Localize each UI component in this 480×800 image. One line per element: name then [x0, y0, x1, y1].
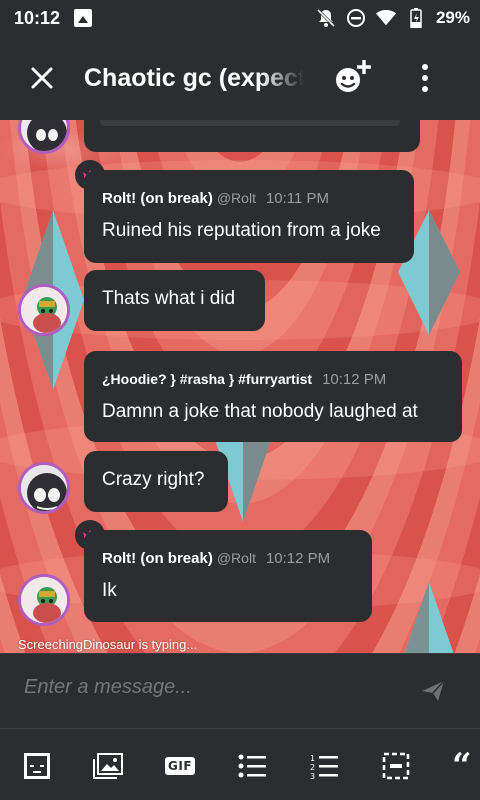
status-time: 10:12 [14, 7, 61, 28]
gif-button[interactable]: GIF [165, 751, 196, 781]
message-text: Thats what i did [102, 288, 236, 309]
avatar[interactable] [18, 284, 70, 336]
avatar[interactable] [18, 120, 70, 154]
message-input[interactable] [24, 676, 404, 699]
formatting-toolbar: GIF 123 “ [0, 728, 480, 800]
message-meta: Rolt! (on break) @Rolt 10:11 PM [102, 190, 329, 207]
message-bubble[interactable]: Rolt! (on break) @Rolt 10:11 PM Ruined his… [84, 170, 414, 263]
composer [0, 653, 480, 728]
message-text: Crazy right? [102, 469, 205, 490]
page-title: Chaotic gc (expect [84, 63, 304, 92]
svg-text:3: 3 [310, 772, 315, 779]
message-handle: @Rolt [216, 550, 256, 566]
message-text: Damnn a joke that nobody laughed at [102, 401, 418, 422]
message-bubble[interactable]: Thats what i did [84, 270, 265, 331]
wallpaper-gem [404, 582, 454, 653]
avatar[interactable] [18, 574, 70, 626]
send-icon [422, 680, 445, 701]
bullet-list-icon [238, 754, 266, 778]
spoiler-button[interactable] [381, 751, 411, 781]
numbered-list-button[interactable]: 123 [309, 751, 339, 781]
more-icon-dot [422, 75, 428, 81]
add-member-icon [336, 60, 371, 92]
gif-icon: GIF [165, 757, 196, 775]
status-bar: 10:12 29% [0, 0, 480, 36]
sticker-button[interactable] [22, 751, 52, 781]
bullet-list-button[interactable] [237, 751, 267, 781]
embed-preview [100, 120, 400, 126]
numbered-list-icon: 123 [310, 754, 338, 779]
battery-icon [406, 8, 426, 28]
battery-percent: 29% [435, 8, 470, 27]
close-icon [31, 67, 53, 89]
add-member-button[interactable] [332, 56, 376, 100]
message-bubble[interactable]: ¿Hoodie? } #rasha } #furryartist 10:12 PM… [84, 351, 462, 442]
more-options-button[interactable] [410, 58, 440, 98]
spoiler-icon [382, 752, 410, 780]
status-icons: 29% [316, 8, 470, 28]
more-icon-dot [422, 64, 428, 70]
close-button[interactable] [0, 36, 84, 120]
wifi-icon [375, 8, 396, 28]
message-handle: @Rolt [216, 190, 256, 206]
message-bubble[interactable]: Crazy right? [84, 451, 228, 512]
message-time: 10:11 PM [265, 190, 330, 207]
message-author[interactable]: Rolt! (on break) [102, 550, 213, 567]
do-not-disturb-icon [346, 8, 366, 28]
image-icon [93, 753, 123, 779]
message-bubble[interactable]: Rolt! (on break) @Rolt 10:12 PM Ik [84, 530, 372, 622]
notifications-off-icon [316, 8, 336, 28]
more-icon-dot [422, 86, 428, 92]
message-author[interactable]: Rolt! (on break) [102, 190, 213, 207]
message-bubble-previous[interactable] [84, 120, 420, 152]
message-time: 10:12 PM [322, 371, 387, 388]
send-button[interactable] [420, 678, 446, 704]
message-meta: Rolt! (on break) @Rolt 10:12 PM [102, 550, 330, 567]
typing-indicator: ScreechingDinosaur is typing... [18, 637, 198, 652]
message-author[interactable]: ¿Hoodie? } #rasha } #furryartist [102, 371, 312, 387]
svg-text:2: 2 [310, 763, 315, 772]
message-time: 10:12 PM [265, 550, 331, 567]
quote-icon: “ [452, 751, 472, 781]
message-meta: ¿Hoodie? } #rasha } #furryartist 10:12 PM [102, 371, 386, 388]
app-bar: Chaotic gc (expect [0, 36, 480, 120]
image-icon [74, 9, 93, 27]
svg-text:1: 1 [310, 754, 315, 763]
image-button[interactable] [93, 751, 123, 781]
sticker-icon [24, 753, 50, 779]
message-text: Ruined his reputation from a joke [102, 220, 381, 241]
quote-button[interactable]: “ [452, 751, 480, 781]
chat-area[interactable]: Rolt! (on break) @Rolt 10:11 PM Ruined his… [0, 120, 480, 653]
message-text: Ik [102, 580, 117, 601]
avatar[interactable] [18, 462, 70, 514]
